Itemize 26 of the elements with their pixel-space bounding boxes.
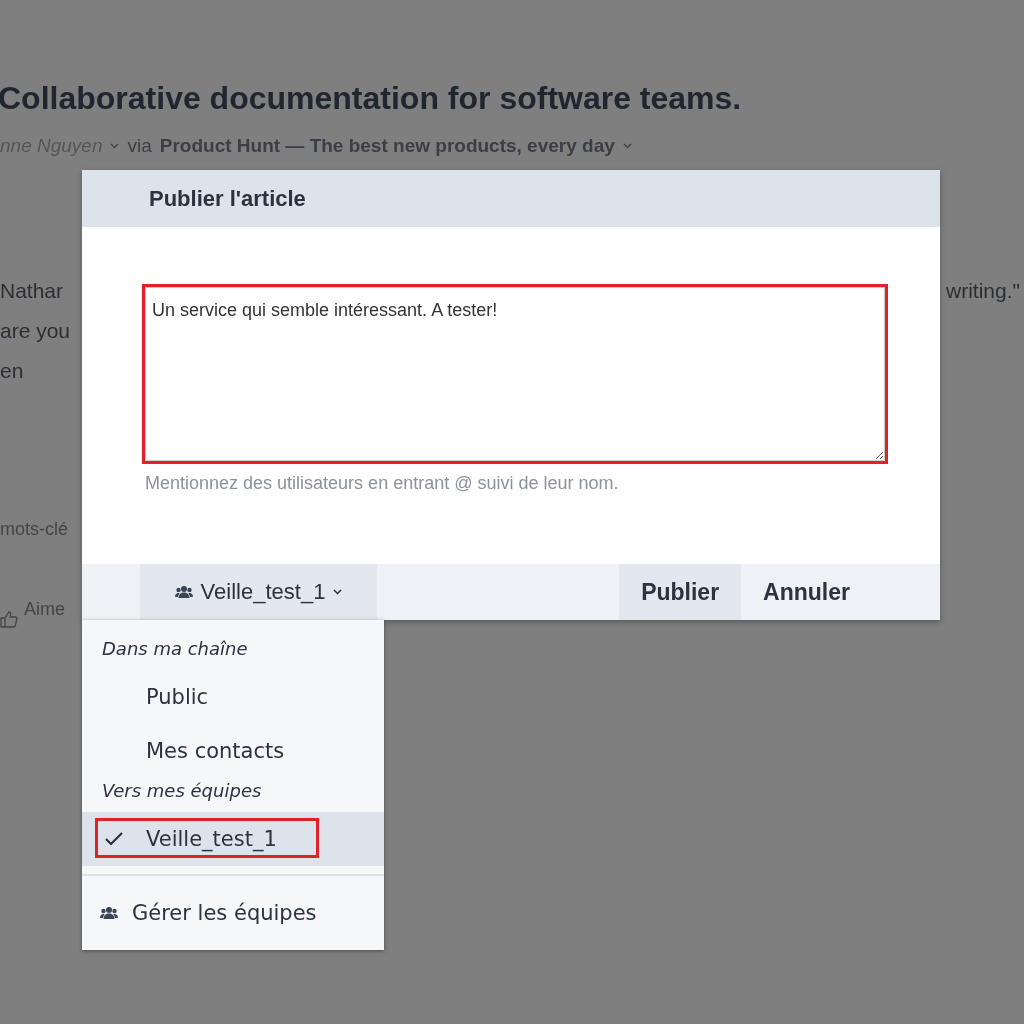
- menu-item[interactable]: Veille_test_1: [82, 812, 384, 866]
- menu-item[interactable]: Public: [82, 670, 384, 724]
- check-icon: [104, 831, 124, 847]
- menu-item[interactable]: Mes contacts: [82, 724, 384, 778]
- article-text: Nathar: [0, 279, 65, 304]
- article-text: are you: [0, 319, 71, 344]
- audience-dropdown[interactable]: Veille_test_1: [140, 564, 377, 620]
- menu-heading: Vers mes équipes: [101, 779, 263, 803]
- team-icon: [174, 585, 193, 599]
- publish-button[interactable]: Publier: [619, 564, 742, 620]
- article-text: en: [0, 359, 25, 384]
- comment-field[interactable]: Un service qui semble intéressant. A tester!: [145, 287, 885, 461]
- caret-icon: [110, 143, 120, 149]
- dialog-title: Publier l'article: [149, 185, 306, 212]
- caret-icon: [333, 589, 343, 595]
- via-label: via: [127, 135, 152, 157]
- tags-label: mots-clé: [0, 519, 69, 541]
- cancel-button[interactable]: Annuler: [741, 564, 872, 620]
- manage-teams-item[interactable]: Gérer les équipes: [82, 876, 384, 950]
- mention-hint: Mentionnez des utilisateurs en entrant @ suivi de leur nom.: [145, 473, 620, 494]
- menu-heading: Dans ma chaîne: [101, 637, 249, 661]
- caret-icon: [622, 143, 632, 149]
- article-text: writing.": [946, 279, 1021, 304]
- article-title: Collaborative documentation for software teams.: [0, 80, 743, 117]
- thumbs-up-icon: [0, 610, 18, 628]
- team-icon: [100, 906, 118, 920]
